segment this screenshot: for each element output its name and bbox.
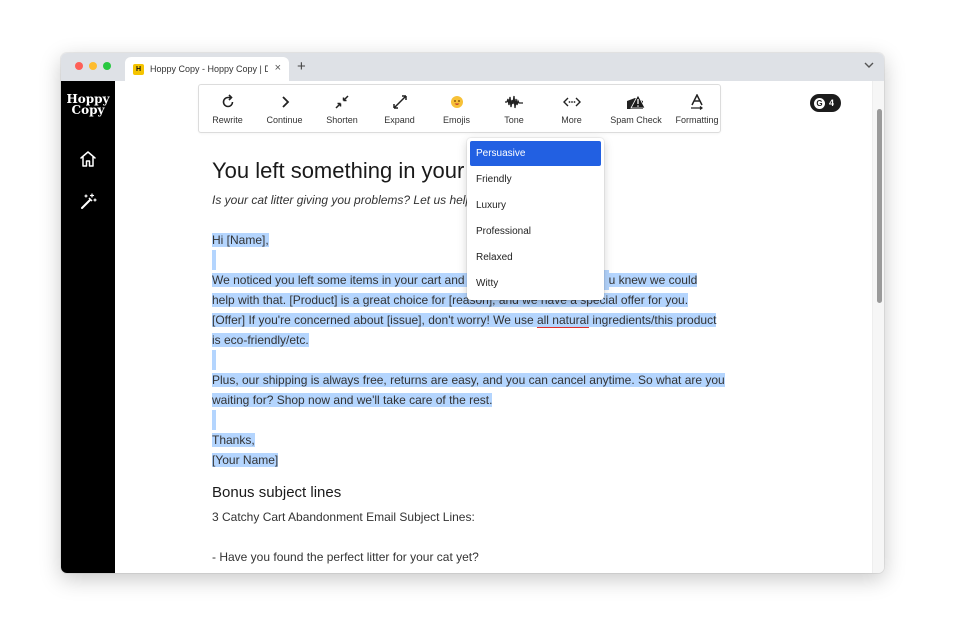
text-line[interactable]: help with that. [Product] is a great cho… — [212, 290, 689, 310]
logo-line-2: Copy — [71, 103, 105, 117]
shorten-button[interactable]: Shorten — [313, 85, 371, 134]
para2-line2: waiting for? Shop now and we'll take car… — [212, 393, 493, 407]
para2-line1: Plus, our shipping is always free, retur… — [212, 373, 725, 387]
bonus-intro[interactable]: 3 Catchy Cart Abandonment Email Subject … — [212, 510, 475, 524]
scrollbar-thumb[interactable] — [877, 109, 882, 303]
spam-check-icon — [627, 94, 646, 109]
formatting-button[interactable]: Formatting — [672, 85, 722, 134]
shrink-icon — [335, 95, 349, 109]
tone-option-relaxed[interactable]: Relaxed — [470, 245, 601, 270]
spellcheck-underline-text[interactable]: all natural — [536, 313, 589, 327]
close-window-button[interactable] — [75, 62, 83, 70]
continue-label: Continue — [266, 115, 303, 125]
empty-selected-line — [212, 250, 216, 270]
browser-tab-bar: H Hoppy Copy - Hoppy Copy | De × + — [61, 53, 884, 81]
tab-close-icon[interactable]: × — [275, 62, 281, 74]
vertical-scrollbar[interactable] — [872, 81, 884, 573]
sidebar: Hoppy Copy — [61, 81, 115, 573]
rewrite-label: Rewrite — [212, 115, 243, 125]
formatting-label: Formatting — [675, 115, 719, 125]
empty-selected-line — [212, 350, 216, 370]
text-line[interactable]: Thanks, — [212, 430, 255, 450]
bonus-item[interactable]: - Have you found the perfect litter for … — [212, 550, 479, 564]
document-subtitle[interactable]: Is your cat litter giving you problems? … — [212, 193, 472, 207]
tone-option-persuasive[interactable]: Persuasive — [470, 141, 601, 166]
para1-line3-b: ingredients/this product — [589, 313, 717, 327]
para1-line2: help with that. [Product] is a great cho… — [212, 293, 689, 307]
text-line[interactable]: Plus, our shipping is always free, retur… — [212, 370, 725, 390]
favicon-icon: H — [133, 63, 144, 75]
browser-window: H Hoppy Copy - Hoppy Copy | De × + Hoppy… — [61, 53, 884, 573]
text-line[interactable]: We noticed you left some items in your c… — [212, 270, 698, 290]
empty-selected-line — [212, 410, 216, 430]
tone-option-friendly[interactable]: Friendly — [470, 167, 601, 192]
para1-line1-b: u knew we could — [608, 273, 698, 287]
rewrite-button[interactable]: Rewrite — [199, 85, 256, 134]
grammarly-count: 4 — [829, 98, 835, 108]
spam-check-button[interactable]: Spam Check — [600, 85, 672, 134]
tone-dropdown-menu: Persuasive Friendly Luxury Professional … — [467, 138, 604, 300]
hoppy-copy-logo[interactable]: Hoppy Copy — [65, 93, 111, 117]
chevron-down-icon[interactable] — [864, 61, 874, 69]
grammarly-icon: G — [814, 97, 825, 109]
tone-label: Tone — [504, 115, 524, 125]
text-line[interactable]: [Your Name] — [212, 450, 279, 470]
tone-option-professional[interactable]: Professional — [470, 219, 601, 244]
new-tab-button[interactable]: + — [297, 58, 306, 75]
text-line[interactable]: is eco-friendly/etc. — [212, 330, 309, 350]
tone-option-luxury[interactable]: Luxury — [470, 193, 601, 218]
tab-title: Hoppy Copy - Hoppy Copy | De — [150, 64, 268, 74]
waveform-icon — [505, 95, 523, 109]
more-icon — [562, 97, 581, 107]
bonus-heading[interactable]: Bonus subject lines — [212, 484, 341, 501]
grammarly-badge[interactable]: G 4 — [810, 94, 841, 112]
page-title[interactable]: You left something in your c — [212, 158, 481, 184]
emojis-button[interactable]: Emojis — [428, 85, 485, 134]
text-line[interactable]: Hi [Name], — [212, 230, 269, 250]
closing-text: Thanks, — [212, 433, 255, 447]
home-icon[interactable] — [78, 149, 98, 169]
tone-button[interactable]: Tone — [485, 85, 543, 134]
continue-button[interactable]: Continue — [256, 85, 313, 134]
rewrite-icon — [222, 94, 233, 108]
browser-tab[interactable]: H Hoppy Copy - Hoppy Copy | De × — [125, 57, 289, 81]
editor-area: Rewrite Continue Shorten Expand Emojis T… — [115, 81, 872, 573]
greeting-text: Hi [Name], — [212, 233, 269, 247]
text-line[interactable] — [212, 250, 216, 270]
tone-option-witty[interactable]: Witty — [470, 271, 601, 296]
shorten-label: Shorten — [326, 115, 358, 125]
more-label: More — [561, 115, 582, 125]
spam-check-label: Spam Check — [610, 115, 662, 125]
editor-toolbar: Rewrite Continue Shorten Expand Emojis T… — [198, 84, 721, 133]
para1-line3-a: [Offer] If you're concerned about [issue… — [212, 313, 537, 327]
formatting-icon — [691, 94, 703, 110]
para1-line4: is eco-friendly/etc. — [212, 333, 309, 347]
maximize-window-button[interactable] — [103, 62, 111, 70]
expand-button[interactable]: Expand — [371, 85, 428, 134]
text-line[interactable] — [212, 410, 216, 430]
text-line[interactable] — [212, 350, 216, 370]
signature-text: [Your Name] — [212, 453, 279, 467]
magic-wand-icon[interactable] — [78, 192, 98, 212]
minimize-window-button[interactable] — [89, 62, 97, 70]
emojis-label: Emojis — [442, 115, 470, 125]
text-line[interactable]: [Offer] If you're concerned about [issue… — [212, 310, 717, 330]
para1-line1-a: We noticed you left some items in your c… — [212, 273, 477, 287]
more-button[interactable]: More — [543, 85, 600, 134]
expand-icon — [392, 95, 407, 109]
text-line[interactable]: waiting for? Shop now and we'll take car… — [212, 390, 493, 410]
chevron-right-icon — [281, 96, 289, 108]
emoji-icon — [450, 96, 463, 108]
expand-label: Expand — [384, 115, 415, 125]
